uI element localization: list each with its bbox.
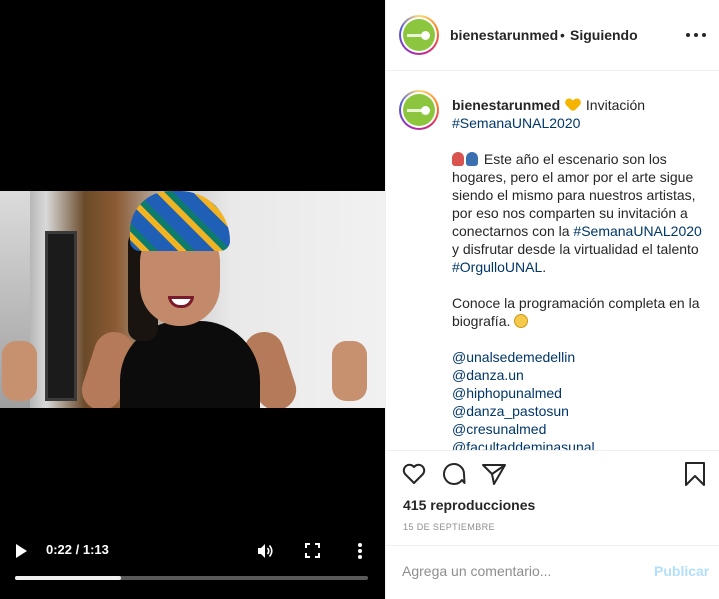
avatar-logo xyxy=(403,19,435,51)
post-side-panel: bienestarunmed • Siguiendo bienestarunme… xyxy=(385,0,719,599)
caption-paragraph: Conoce la programación completa en la bi… xyxy=(452,294,712,330)
more-horizontal-icon[interactable] xyxy=(686,26,706,44)
seek-bar-progress xyxy=(15,576,121,580)
mention-link[interactable]: @cresunalmed xyxy=(452,420,712,438)
mention-link[interactable]: @facultaddeminasunal xyxy=(452,438,712,450)
avatar-ring xyxy=(401,17,437,53)
following-button[interactable]: Siguiendo xyxy=(570,27,638,43)
mention-link[interactable]: @hiphopunalmed xyxy=(452,384,712,402)
hashtag-link[interactable]: #OrgulloUNAL xyxy=(452,259,542,275)
fullscreen-icon[interactable] xyxy=(305,543,320,558)
smile-icon xyxy=(514,314,529,328)
avatar-logo xyxy=(403,94,435,126)
video-background-door xyxy=(45,231,77,401)
caption-username[interactable]: bienestarunmed xyxy=(452,97,560,113)
comment-box: Publicar xyxy=(386,545,719,599)
mention-link[interactable]: @unalsedemedellin xyxy=(452,348,712,366)
dancer-icon xyxy=(452,152,464,166)
caption-scroll-area[interactable]: bienestarunmed Invitación #SemanaUNAL202… xyxy=(386,72,719,450)
duration: 1:13 xyxy=(82,542,109,557)
current-time: 0:22 xyxy=(46,542,73,557)
caption-avatar[interactable] xyxy=(399,90,439,130)
caption-text-segment: . xyxy=(542,259,547,275)
dancer-icon xyxy=(466,152,478,166)
hashtag-link[interactable]: #SemanaUNAL2020 xyxy=(573,223,701,239)
avatar-ring xyxy=(401,92,437,128)
video-person-hand xyxy=(332,341,367,401)
yellow-heart-icon xyxy=(566,99,580,111)
post-actions: 415 reproducciones 15 DE SEPTIEMBRE xyxy=(386,450,719,545)
video-person-headwrap xyxy=(130,191,230,251)
more-vertical-icon[interactable] xyxy=(356,541,364,561)
seek-bar[interactable] xyxy=(15,576,368,580)
comment-input[interactable] xyxy=(402,563,642,579)
post-comment-button[interactable]: Publicar xyxy=(654,563,709,579)
header-dot-separator: • xyxy=(560,27,565,43)
heart-icon[interactable] xyxy=(401,461,427,487)
caption-title: Invitación xyxy=(585,97,646,113)
caption-text: bienestarunmed Invitación #SemanaUNAL202… xyxy=(452,96,712,450)
video-person-hand xyxy=(2,341,37,401)
hashtag-link[interactable]: #SemanaUNAL2020 xyxy=(452,115,580,131)
caption-paragraph: Este año el escenario son los hogares, p… xyxy=(452,150,712,276)
video-time: 0:22 / 1:13 xyxy=(46,542,109,557)
mention-list: @unalsedemedellin @danza.un @hiphopunalm… xyxy=(452,348,712,450)
avatar[interactable] xyxy=(399,15,439,55)
video-frame[interactable] xyxy=(0,191,385,408)
post-date[interactable]: 15 DE SEPTIEMBRE xyxy=(403,522,495,532)
caption-text-segment: y disfrutar desde la virtualidad el tale… xyxy=(452,241,699,257)
play-icon[interactable] xyxy=(16,544,27,558)
mention-link[interactable]: @danza.un xyxy=(452,366,712,384)
time-separator: / xyxy=(72,542,83,557)
view-count[interactable]: 415 reproducciones xyxy=(403,497,535,513)
caption-text-segment: Conoce la programación completa en la bi… xyxy=(452,295,700,329)
video-controls: 0:22 / 1:13 xyxy=(0,535,385,575)
mention-link[interactable]: @danza_pastosun xyxy=(452,402,712,420)
volume-icon[interactable] xyxy=(256,542,274,560)
bookmark-icon[interactable] xyxy=(682,461,708,487)
video-player[interactable]: 0:22 / 1:13 xyxy=(0,0,385,599)
comment-icon[interactable] xyxy=(441,461,467,487)
share-icon[interactable] xyxy=(481,461,507,487)
header-username[interactable]: bienestarunmed xyxy=(450,27,558,43)
post-header: bienestarunmed • Siguiendo xyxy=(386,0,719,71)
